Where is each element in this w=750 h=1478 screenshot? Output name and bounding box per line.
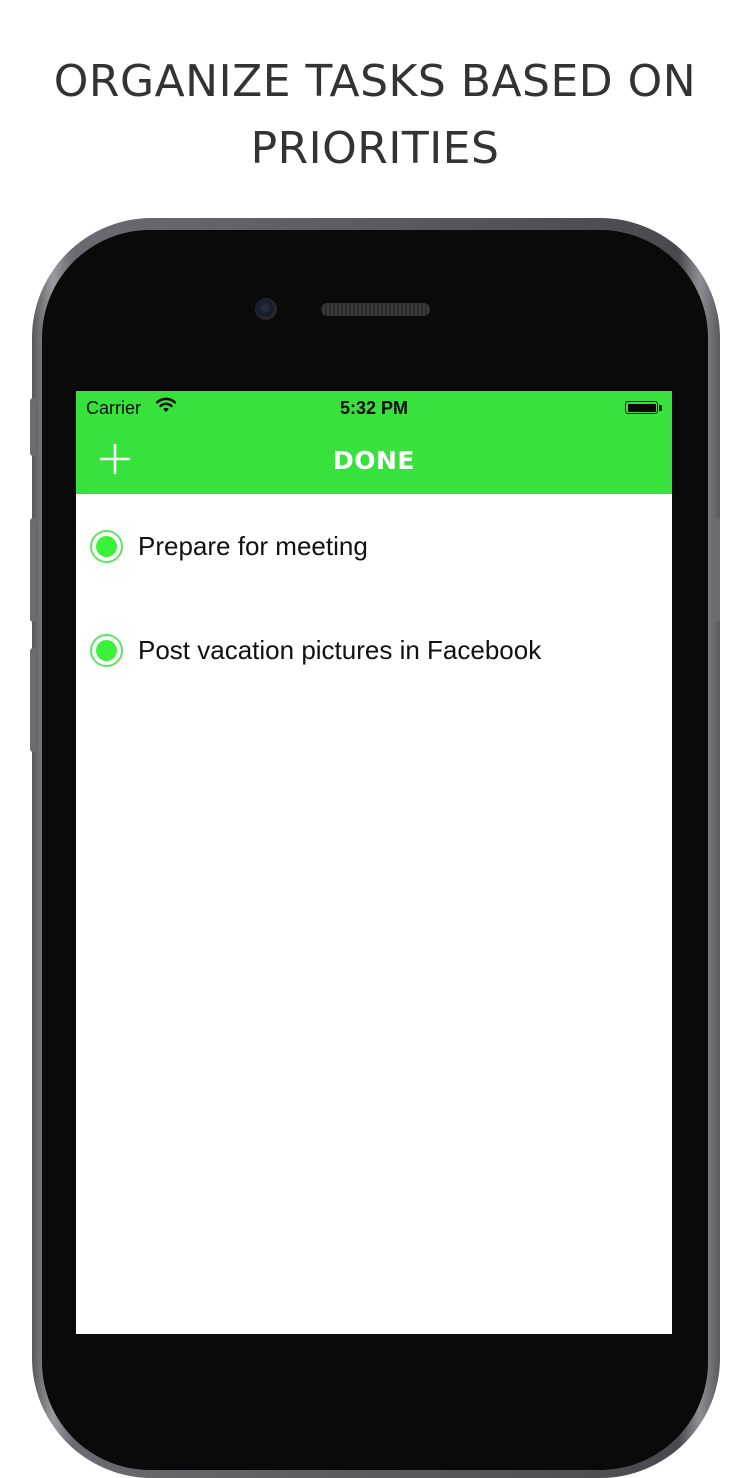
task-label: Post vacation pictures in Facebook (138, 635, 542, 665)
app-screen: Carrier 5:32 PM DONE Prepare for meeting… (76, 391, 672, 1334)
promo-headline-line-1: ORGANIZE TASKS BASED ON (53, 56, 697, 107)
phone-power-button (714, 518, 720, 622)
green-dot-icon (90, 530, 123, 563)
promo-headline: ORGANIZE TASKS BASED ON PRIORITIES (0, 48, 750, 182)
battery-full-icon (625, 401, 658, 414)
phone-mute-switch (30, 398, 36, 456)
task-row[interactable]: Post vacation pictures in Facebook (76, 598, 672, 702)
status-bar: Carrier 5:32 PM (76, 391, 672, 427)
navigation-bar: DONE (76, 427, 672, 494)
phone-volume-up-button (30, 518, 36, 622)
task-row[interactable]: Prepare for meeting (76, 494, 672, 598)
front-camera-icon (255, 298, 277, 320)
earpiece-speaker (321, 303, 430, 316)
green-dot-icon (90, 634, 123, 667)
status-time: 5:32 PM (339, 398, 409, 418)
battery-tip (659, 405, 662, 411)
phone-volume-down-button (30, 648, 36, 752)
nav-title: DONE (332, 446, 415, 475)
task-label: Prepare for meeting (138, 531, 368, 561)
promo-headline-line-2: PRIORITIES (250, 123, 500, 174)
